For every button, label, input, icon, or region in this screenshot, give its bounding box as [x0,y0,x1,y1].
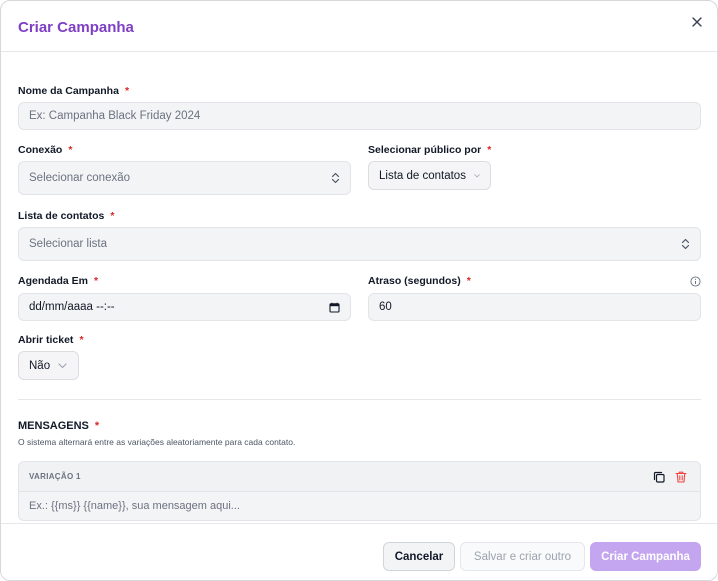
required-mark: * [466,275,471,287]
open-ticket-select-value: Não [29,359,51,372]
required-mark: * [79,334,84,346]
open-ticket-label-text: Abrir ticket [18,334,74,346]
variation-message-input[interactable]: Ex.: {{ms}} {{name}}, sua mensagem aqui.… [29,500,240,512]
campaign-name-label-text: Nome da Campanha [18,85,119,97]
scheduled-at-label-text: Agendada Em [18,275,89,287]
contact-list-select[interactable]: Selecionar lista [18,227,701,261]
info-icon[interactable] [690,276,701,287]
delay-label: Atraso (segundos) * [368,275,471,287]
campaign-name-placeholder: Ex: Campanha Black Friday 2024 [29,110,201,122]
campaign-name-input[interactable]: Ex: Campanha Black Friday 2024 [18,102,701,130]
connection-label: Conexão * [18,144,72,156]
delay-input[interactable]: 60 [368,293,701,321]
contact-list-label-text: Lista de contatos [18,210,105,222]
scheduled-at-value: dd/mm/aaaa --:-- [29,301,115,313]
trash-icon[interactable] [674,470,688,484]
modal-title: Criar Campanha [18,19,134,36]
required-mark: * [110,210,115,222]
modal-header: Criar Campanha [1,1,717,52]
open-ticket-label: Abrir ticket * [18,334,84,346]
scheduled-at-input[interactable]: dd/mm/aaaa --:-- [18,293,351,321]
audience-by-select-value: Lista de contatos [379,169,466,182]
create-campaign-button[interactable]: Criar Campanha [590,542,701,571]
contact-list-label: Lista de contatos * [18,210,114,222]
audience-by-label-text: Selecionar público por [368,144,482,156]
contact-list-select-value: Selecionar lista [29,238,107,250]
delay-label-text: Atraso (segundos) [368,275,461,287]
chevron-down-icon [58,362,67,368]
chevron-up-down-icon [331,172,340,184]
required-mark: * [124,85,130,97]
close-icon [692,17,702,27]
connection-select-value: Selecionar conexão [29,172,131,184]
required-mark: * [487,144,492,156]
chevron-down-icon [474,173,480,177]
close-button[interactable] [690,15,704,29]
chevron-up-down-icon [681,238,690,250]
variation-header: VARIAÇÃO 1 [19,462,700,492]
connection-label-text: Conexão [18,144,63,156]
modal-footer: Cancelar Salvar e criar outro Criar Camp… [1,523,717,580]
save-and-create-another-button[interactable]: Salvar e criar outro [460,542,585,571]
messages-help-text: O sistema alternará entre as variações a… [18,437,296,447]
delay-value: 60 [379,301,392,313]
section-divider [18,399,701,400]
messages-label-text: MENSAGENS [18,420,89,432]
campaign-name-label: Nome da Campanha * [18,85,129,97]
required-mark: * [68,144,73,156]
messages-label: MENSAGENS * [18,420,99,432]
audience-by-select[interactable]: Lista de contatos [368,161,491,190]
create-campaign-modal: Criar Campanha Nome da Campanha * Ex: Cam… [0,0,718,581]
required-mark: * [94,275,99,287]
open-ticket-select[interactable]: Não [18,351,79,380]
required-mark: * [94,420,100,432]
variation-card: VARIAÇÃO 1 Ex.: {{ms}} {{name}}, sua men… [18,461,701,521]
cancel-button[interactable]: Cancelar [383,542,455,571]
scheduled-at-label: Agendada Em * [18,275,98,287]
variation-title: VARIAÇÃO 1 [29,472,81,481]
copy-icon[interactable] [652,470,666,484]
connection-select[interactable]: Selecionar conexão [18,161,351,195]
calendar-icon[interactable] [329,302,340,313]
audience-by-label: Selecionar público por * [368,144,491,156]
